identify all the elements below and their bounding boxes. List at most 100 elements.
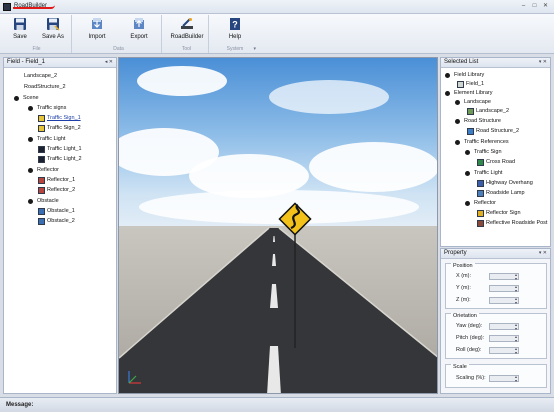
spin-arrows-icon[interactable]: ▴ ▾ [515, 273, 517, 281]
orientation-title: Orietation [451, 313, 479, 319]
expand-node-icon[interactable] [455, 100, 460, 105]
expand-node-icon[interactable] [465, 171, 470, 176]
save-as-button[interactable]: Save As [38, 17, 68, 45]
app-icon [3, 3, 11, 11]
expand-node-icon[interactable] [28, 137, 33, 142]
scale-group: Scale Scaling (%): ▴ ▾ [445, 364, 547, 388]
import-button[interactable]: Import [82, 17, 112, 45]
traffic-sign-icon [38, 115, 45, 122]
field-panel-title: Field - Field_1 [7, 59, 46, 65]
field-icon [457, 81, 464, 88]
position-title: Position [451, 263, 475, 269]
position-group: Position X (m): ▴ ▾ Y (m): ▴ ▾ Z (m): ▴ ▾ [445, 263, 547, 309]
highway-overhang-icon [477, 180, 484, 187]
import-label: Import [88, 34, 106, 40]
export-label: Export [130, 34, 148, 40]
save-icon [14, 18, 26, 30]
panel-pin-icon[interactable]: ◂ ✕ [105, 58, 113, 67]
expand-node-icon[interactable] [28, 199, 33, 204]
z-label: Z (m): [456, 297, 471, 303]
expand-node-icon[interactable] [28, 106, 33, 111]
expand-node-icon[interactable] [445, 73, 450, 78]
y-label: Y (m): [456, 285, 471, 291]
save-as-label: Save As [41, 34, 64, 40]
yaw-label: Yaw (deg): [456, 323, 483, 329]
property-panel: Property ▾ ✕ Position X (m): ▴ ▾ Y (m): ▴… [440, 248, 551, 394]
spin-arrows-icon[interactable]: ▴ ▾ [515, 323, 517, 331]
save-button[interactable]: Save [5, 17, 35, 45]
property-panel-title: Property [444, 250, 467, 256]
ribbon-group-label: Tool [181, 46, 192, 52]
ribbon-group-label: System [226, 46, 244, 52]
field-panel: Field - Field_1 ◂ ✕ Landscape_2 RoadStru… [3, 57, 117, 394]
minimize-button[interactable]: – [519, 2, 528, 10]
pitch-input[interactable]: ▴ ▾ [489, 335, 519, 343]
x-input[interactable]: ▴ ▾ [489, 273, 519, 281]
title-bar: RoadBuilder – □ ✕ [0, 0, 554, 14]
spin-arrows-icon[interactable]: ▴ ▾ [515, 347, 517, 355]
ribbon-group-label: File [32, 46, 41, 52]
traffic-sign-icon [38, 125, 45, 132]
ribbon-group-file: Save Save As File [2, 15, 72, 53]
traffic-light-icon [38, 146, 45, 153]
selected-list-header: Selected List ▾ ✕ [441, 58, 550, 68]
orientation-group: Orietation Yaw (deg): ▴ ▾ Pitch (deg): ▴ ▾… [445, 313, 547, 359]
road-builder-label: RoadBuilder [170, 34, 204, 40]
cross-road-icon [477, 159, 484, 166]
reflector-icon [38, 177, 45, 184]
ribbon-expand-icon[interactable]: ▾ [253, 46, 256, 52]
obstacle-icon [38, 218, 45, 225]
help-label: Help [228, 34, 242, 40]
expand-node-icon[interactable] [445, 91, 450, 96]
ribbon-group-system: ? Help System ▾ [212, 15, 258, 53]
scene-viewport[interactable] [118, 57, 438, 394]
traffic-light-icon [38, 156, 45, 163]
expand-node-icon[interactable] [14, 96, 19, 101]
road-scene [119, 202, 437, 393]
selected-list-title: Selected List [444, 59, 479, 65]
svg-text:?: ? [232, 20, 238, 30]
ribbon-toolbar: Save Save As File Import Export Data Roa… [0, 14, 554, 54]
yaw-input[interactable]: ▴ ▾ [489, 323, 519, 331]
property-panel-header: Property ▾ ✕ [441, 249, 550, 259]
import-icon [92, 18, 102, 29]
export-button[interactable]: Export [124, 17, 154, 45]
title-redaction-mark [13, 5, 55, 9]
spin-arrows-icon[interactable]: ▴ ▾ [515, 335, 517, 343]
z-input[interactable]: ▴ ▾ [489, 297, 519, 305]
obstacle-icon [38, 208, 45, 215]
roll-label: Roll (deg): [456, 347, 482, 353]
road-builder-button[interactable]: RoadBuilder [168, 17, 206, 45]
selected-list-panel: Selected List ▾ ✕ Field Library Field_1 … [440, 57, 551, 247]
expand-node-icon[interactable] [465, 201, 470, 206]
save-as-icon [47, 18, 60, 31]
panel-pin-icon[interactable]: ▾ ✕ [539, 249, 547, 258]
expand-node-icon[interactable] [28, 168, 33, 173]
status-bar: Message: [0, 397, 554, 412]
ribbon-group-data: Import Export Data [76, 15, 162, 53]
spin-arrows-icon[interactable]: ▴ ▾ [515, 285, 517, 293]
reflector-icon [38, 187, 45, 194]
help-button[interactable]: ? Help [220, 17, 250, 45]
maximize-button[interactable]: □ [530, 2, 539, 10]
scaling-input[interactable]: ▴ ▾ [489, 375, 519, 383]
reflector-sign-icon [477, 210, 484, 217]
scaling-label: Scaling (%): [456, 375, 486, 381]
roadside-lamp-icon [477, 190, 484, 197]
expand-node-icon[interactable] [465, 150, 470, 155]
y-input[interactable]: ▴ ▾ [489, 285, 519, 293]
save-label: Save [13, 34, 27, 40]
roll-input[interactable]: ▴ ▾ [489, 347, 519, 355]
ribbon-group-tool: RoadBuilder Tool [165, 15, 209, 53]
road-builder-icon [181, 18, 193, 29]
close-button[interactable]: ✕ [541, 2, 550, 10]
spin-arrows-icon[interactable]: ▴ ▾ [515, 375, 517, 383]
scale-title: Scale [451, 364, 469, 370]
panel-pin-icon[interactable]: ▾ ✕ [539, 58, 547, 67]
expand-node-icon[interactable] [455, 119, 460, 124]
field-panel-header: Field - Field_1 ◂ ✕ [4, 58, 116, 68]
expand-node-icon[interactable] [455, 140, 460, 145]
spin-arrows-icon[interactable]: ▴ ▾ [515, 297, 517, 305]
road-structure-icon [467, 128, 474, 135]
pitch-label: Pitch (deg): [456, 335, 485, 341]
